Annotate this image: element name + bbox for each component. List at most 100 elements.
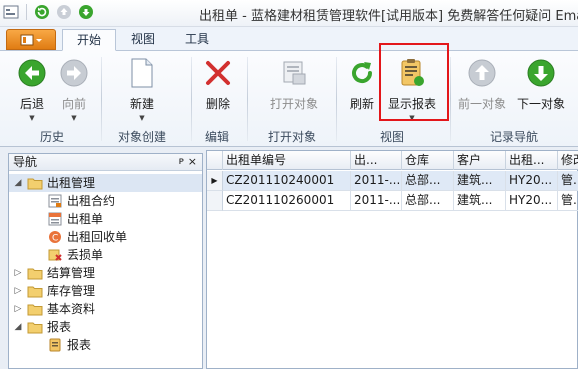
table-cell[interactable]: 建筑... bbox=[454, 191, 506, 211]
delete-button[interactable]: 删除 bbox=[200, 57, 236, 112]
group-label-edit: 编辑 bbox=[205, 130, 230, 144]
delete-x-icon bbox=[202, 57, 234, 89]
column-header[interactable]: 客户 bbox=[454, 151, 506, 170]
next-object-label: 下一对象 bbox=[516, 97, 565, 111]
column-header[interactable]: 出... bbox=[351, 151, 402, 170]
column-header[interactable]: 出租单编号 bbox=[223, 151, 351, 170]
table-cell[interactable]: CZ201110260001 bbox=[223, 191, 351, 211]
group-label-history: 历史 bbox=[40, 130, 65, 144]
group-label-open: 打开对象 bbox=[268, 130, 317, 144]
file-menu-button[interactable] bbox=[6, 29, 56, 50]
expand-icon[interactable]: ▷ bbox=[13, 282, 23, 300]
title-bar: 出租单 - 蓝格建材租赁管理软件[试用版本] 免费解答任何疑问 Ema bbox=[0, 0, 578, 27]
refresh-icon bbox=[346, 57, 378, 89]
table-cell[interactable]: 管... bbox=[558, 191, 578, 211]
back-button[interactable]: 后退 ▼ bbox=[14, 57, 50, 122]
group-label-view: 视图 bbox=[380, 130, 405, 144]
tree-node-reports[interactable]: ◢ 报表 bbox=[9, 318, 202, 336]
tree-node-label: 出租管理 bbox=[47, 176, 96, 190]
pin-icon[interactable]: ᴘ bbox=[179, 154, 184, 170]
new-document-icon bbox=[126, 57, 158, 89]
up-arrow-icon[interactable] bbox=[55, 3, 73, 21]
delete-label: 删除 bbox=[205, 97, 230, 111]
ribbon: 后退 ▼ 向前 ▼ 历史 新建 ▼ 对象创建 删除 编辑 打开对象 打开对象 刷… bbox=[0, 51, 578, 147]
tree-node-rental-contract[interactable]: 出租合约 bbox=[9, 192, 202, 210]
tree-node-rental-order[interactable]: 出租单 bbox=[9, 210, 202, 228]
column-header[interactable]: 仓库 bbox=[402, 151, 454, 170]
tree-node-label: 库存管理 bbox=[47, 284, 96, 298]
tree-node-rental-management[interactable]: ◢ 出租管理 bbox=[9, 174, 202, 192]
tab-tools[interactable]: 工具 bbox=[176, 29, 218, 51]
tab-start[interactable]: 开始 bbox=[62, 29, 116, 51]
table-cell[interactable]: HY20... bbox=[506, 191, 558, 211]
table-cell[interactable]: 建筑... bbox=[454, 171, 506, 191]
table-cell[interactable]: 2011-... bbox=[351, 191, 402, 211]
navigation-header: 导航 ᴘ × bbox=[9, 154, 202, 171]
app-icon[interactable] bbox=[2, 3, 20, 21]
loss-icon bbox=[47, 248, 63, 262]
column-header[interactable]: 修改 bbox=[558, 151, 578, 170]
dropdown-caret-icon: ▼ bbox=[139, 114, 145, 122]
data-grid: 出租单编号 出... 仓库 客户 出租... 修改 ▶ CZ2011102400… bbox=[206, 150, 578, 369]
folder-icon bbox=[27, 266, 43, 280]
down-arrow-icon[interactable] bbox=[77, 3, 95, 21]
previous-object-label: 前一对象 bbox=[457, 97, 506, 111]
back-label: 后退 bbox=[19, 97, 44, 111]
table-cell[interactable]: HY20... bbox=[506, 171, 558, 191]
collapse-icon[interactable]: ◢ bbox=[13, 318, 23, 336]
tab-view[interactable]: 视图 bbox=[124, 29, 162, 51]
table-cell[interactable]: CZ201110240001 bbox=[223, 171, 351, 191]
open-object-button[interactable]: 打开对象 bbox=[266, 57, 322, 112]
table-cell[interactable]: 总部... bbox=[402, 191, 454, 211]
tree-node-label: 基本资料 bbox=[47, 302, 96, 316]
tree-node-loss-order[interactable]: 丢损单 bbox=[9, 246, 202, 264]
folder-icon bbox=[27, 320, 43, 334]
table-cell[interactable]: 2011-... bbox=[351, 171, 402, 191]
table-cell[interactable]: 管... bbox=[558, 171, 578, 191]
forward-arrow-icon bbox=[58, 57, 90, 89]
close-icon[interactable]: × bbox=[188, 154, 197, 170]
contract-icon bbox=[47, 194, 63, 208]
navigation-title: 导航 bbox=[13, 155, 38, 169]
table-row[interactable]: CZ201110260001 2011-... 总部... 建筑... HY20… bbox=[207, 191, 578, 211]
tree-node-label: 出租回收单 bbox=[67, 230, 128, 244]
up-arrow-icon bbox=[466, 57, 498, 89]
tree-node-label: 结算管理 bbox=[47, 266, 96, 280]
refresh-icon[interactable] bbox=[33, 3, 51, 21]
navigation-panel: 导航 ᴘ × ◢ 出租管理 出租合约 出租单 C 出租回收单 丢损单 ▷ 结算管… bbox=[8, 153, 203, 369]
tree-node-label: 出租单 bbox=[67, 212, 104, 226]
window-title: 出租单 - 蓝格建材租赁管理软件[试用版本] 免费解答任何疑问 Ema bbox=[199, 9, 578, 24]
previous-object-button[interactable]: 前一对象 bbox=[456, 57, 508, 112]
tree-node-settlement[interactable]: ▷ 结算管理 bbox=[9, 264, 202, 282]
menu-icon bbox=[20, 34, 42, 45]
svg-text:C: C bbox=[52, 234, 58, 244]
expand-icon[interactable]: ▷ bbox=[13, 264, 23, 282]
grid-header: 出租单编号 出... 仓库 客户 出租... 修改 bbox=[207, 151, 578, 170]
forward-label: 向前 bbox=[61, 97, 86, 111]
order-icon bbox=[47, 212, 63, 226]
ribbon-tab-row: 开始 视图 工具 bbox=[0, 27, 578, 51]
table-cell[interactable]: 总部... bbox=[402, 171, 454, 191]
refresh-button[interactable]: 刷新 bbox=[344, 57, 380, 112]
table-row[interactable]: ▶ CZ201110240001 2011-... 总部... 建筑... HY… bbox=[207, 171, 578, 191]
row-pointer-icon: ▶ bbox=[207, 171, 223, 191]
open-object-label: 打开对象 bbox=[269, 97, 318, 111]
tree-node-rental-return[interactable]: C 出租回收单 bbox=[9, 228, 202, 246]
column-header[interactable]: 出租... bbox=[506, 151, 558, 170]
report-clipboard-icon bbox=[47, 338, 63, 352]
return-icon: C bbox=[47, 230, 63, 244]
row-indicator bbox=[207, 191, 223, 211]
down-arrow-icon bbox=[525, 57, 557, 89]
next-object-button[interactable]: 下一对象 bbox=[514, 57, 568, 112]
new-button[interactable]: 新建 ▼ bbox=[122, 57, 162, 122]
tree-node-basic-data[interactable]: ▷ 基本资料 bbox=[9, 300, 202, 318]
folder-icon bbox=[27, 302, 43, 316]
tree-node-inventory[interactable]: ▷ 库存管理 bbox=[9, 282, 202, 300]
collapse-icon[interactable]: ◢ bbox=[13, 174, 23, 192]
forward-button[interactable]: 向前 ▼ bbox=[56, 57, 92, 122]
back-arrow-icon bbox=[16, 57, 48, 89]
tree-node-report[interactable]: 报表 bbox=[9, 336, 202, 354]
tree-node-label: 丢损单 bbox=[67, 248, 104, 262]
tree-node-label: 报表 bbox=[67, 338, 92, 352]
expand-icon[interactable]: ▷ bbox=[13, 300, 23, 318]
